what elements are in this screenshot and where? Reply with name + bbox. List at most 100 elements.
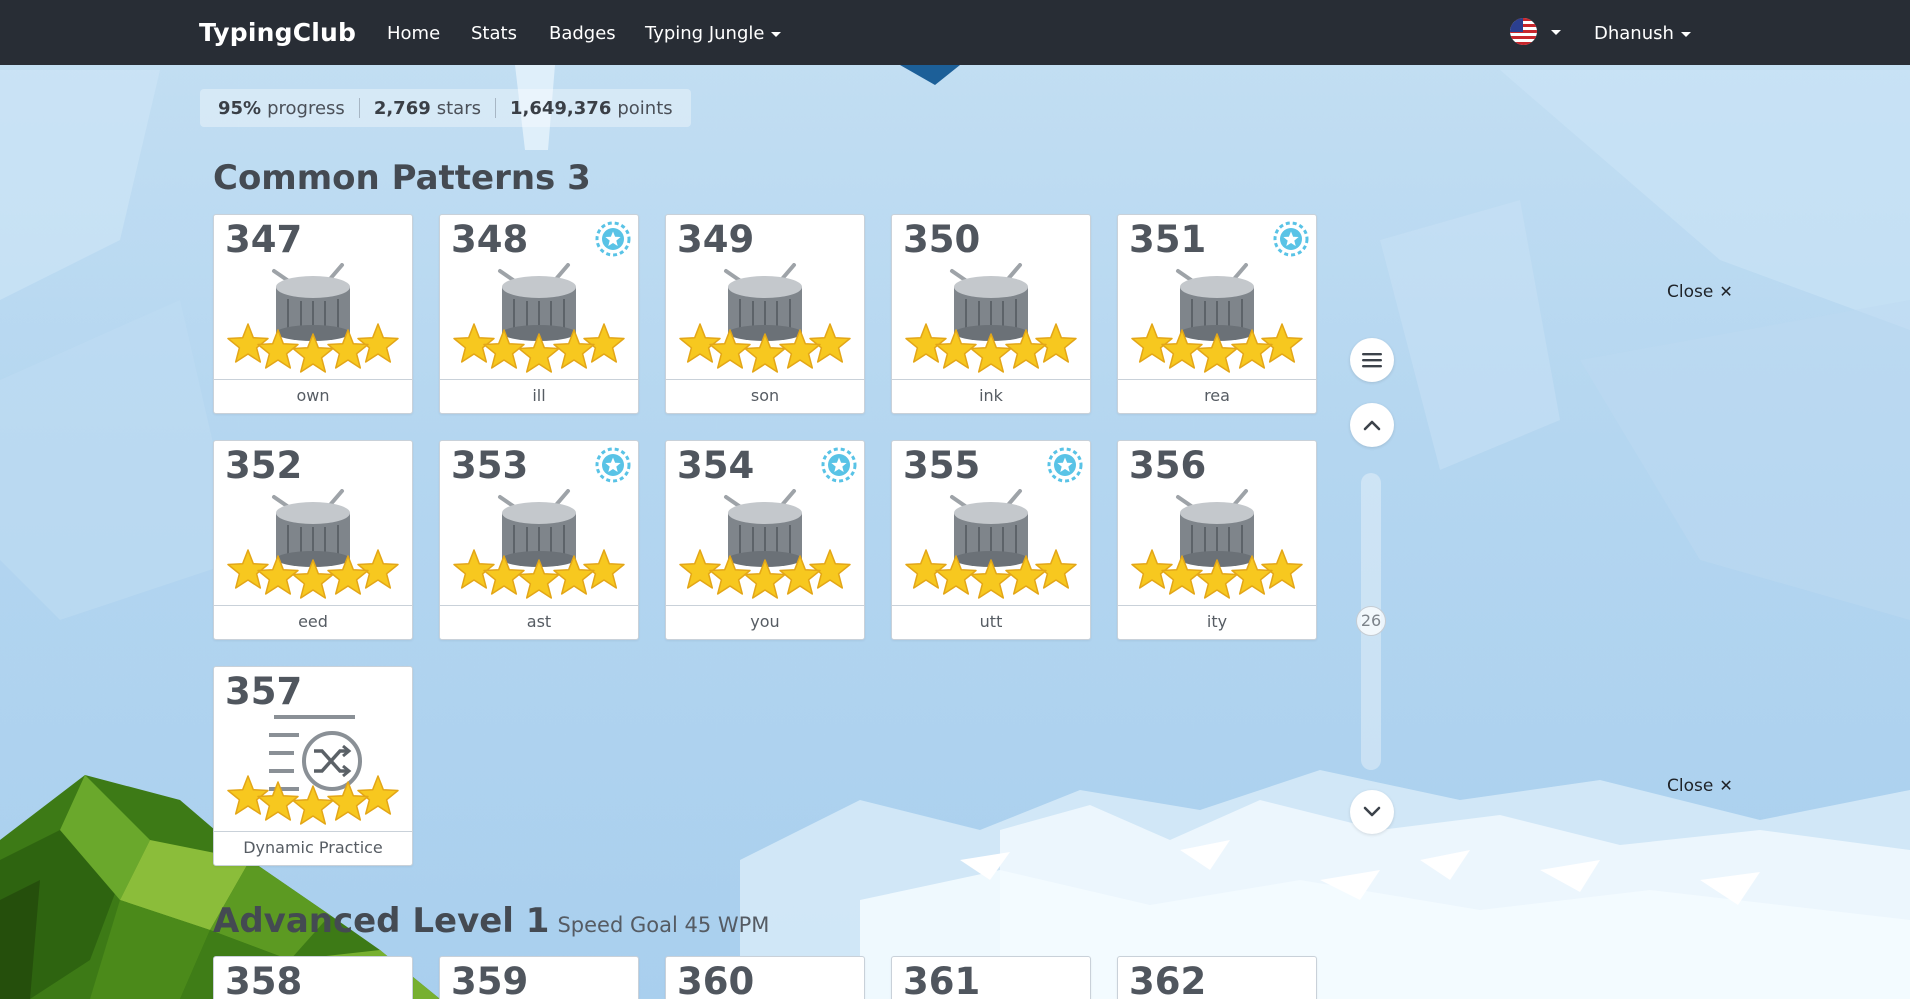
star-icon [357, 775, 399, 815]
lesson-card[interactable]: 356 ity [1117, 440, 1317, 640]
lesson-number: 348 [451, 218, 529, 261]
nav-badges-link[interactable]: Badges [549, 23, 616, 44]
star-icon [809, 549, 851, 589]
lesson-card[interactable]: 349 son [665, 214, 865, 414]
section-title-text: Advanced Level 1 [213, 901, 550, 941]
lesson-card[interactable]: 360 [665, 956, 865, 999]
lesson-number: 358 [225, 960, 303, 999]
close-label: Close [1667, 776, 1714, 796]
points-value: 1,649,376 [510, 97, 612, 119]
lesson-art [679, 263, 851, 373]
drum-icon [272, 263, 350, 341]
lesson-art [905, 263, 1077, 373]
star-icon [583, 323, 625, 363]
lesson-label: rea [1118, 379, 1316, 413]
lesson-card[interactable]: 350 ink [891, 214, 1091, 414]
lesson-number: 361 [903, 960, 981, 999]
divider [495, 98, 496, 118]
star-icon [453, 323, 495, 363]
lesson-number: 349 [677, 218, 755, 261]
drum-icon [950, 263, 1028, 341]
brand-logo[interactable]: TypingClub [199, 18, 356, 47]
lesson-label: utt [892, 605, 1090, 639]
lesson-number: 347 [225, 218, 303, 261]
nav-typing-jungle-dropdown[interactable]: Typing Jungle [645, 23, 782, 44]
star-icon [809, 323, 851, 363]
star-icon [453, 549, 495, 589]
lesson-label: own [214, 379, 412, 413]
lesson-number: 355 [903, 444, 981, 487]
lesson-number: 359 [451, 960, 529, 999]
lesson-art [453, 489, 625, 599]
points-label: points [617, 97, 673, 119]
lesson-art [227, 263, 399, 373]
drum-icon [498, 263, 576, 341]
lesson-art [453, 263, 625, 373]
drum-icon [724, 489, 802, 567]
star-icon [905, 323, 947, 363]
badge-icon [1273, 221, 1309, 257]
language-chevron-down-icon[interactable] [1551, 30, 1561, 35]
lesson-card[interactable]: 347 own [213, 214, 413, 414]
lesson-number: 353 [451, 444, 529, 487]
star-icon [679, 323, 721, 363]
close-button-top[interactable]: Close ✕ [1667, 282, 1733, 302]
lesson-art [679, 489, 851, 599]
lesson-number: 354 [677, 444, 755, 487]
lesson-card[interactable]: 357 Dynamic Practice [213, 666, 413, 866]
lesson-card[interactable]: 354 you [665, 440, 865, 640]
nav-stats-link[interactable]: Stats [471, 23, 517, 44]
lesson-card[interactable]: 352 eed [213, 440, 413, 640]
progress-value: 95% [218, 97, 262, 119]
lesson-art [227, 715, 399, 825]
star-icon [357, 323, 399, 363]
lesson-art [227, 489, 399, 599]
chevron-down-icon [1363, 806, 1381, 817]
progress-summary: 95% progress 2,769 stars 1,649,376 point… [200, 89, 691, 127]
menu-button[interactable] [1350, 338, 1394, 382]
lesson-art [1131, 263, 1303, 373]
star-icon [292, 785, 334, 825]
drum-icon [1176, 263, 1254, 341]
lesson-label: ast [440, 605, 638, 639]
star-icon [1131, 323, 1173, 363]
drum-icon [272, 489, 350, 567]
badge-icon [821, 447, 857, 483]
scroll-up-button[interactable] [1350, 403, 1394, 447]
lesson-card[interactable]: 358 [213, 956, 413, 999]
section-title-common-patterns-3: Common Patterns 3 [213, 158, 591, 198]
user-menu-dropdown[interactable]: Dhanush [1594, 23, 1691, 44]
scroll-down-button[interactable] [1350, 790, 1394, 834]
close-button-bottom[interactable]: Close ✕ [1667, 776, 1733, 796]
lesson-card[interactable]: 353 ast [439, 440, 639, 640]
lesson-number: 362 [1129, 960, 1207, 999]
star-icon [227, 323, 269, 363]
lesson-card[interactable]: 362 [1117, 956, 1317, 999]
lesson-card[interactable]: 351 rea [1117, 214, 1317, 414]
lesson-number: 350 [903, 218, 981, 261]
star-icon [227, 775, 269, 815]
nav-home-link[interactable]: Home [387, 23, 440, 44]
close-icon: ✕ [1719, 282, 1733, 301]
lesson-number: 356 [1129, 444, 1207, 487]
typing-jungle-label: Typing Jungle [645, 23, 765, 44]
section-title-advanced-level-1: Advanced Level 1 Speed Goal 45 WPM [213, 901, 769, 941]
hamburger-menu-icon [1362, 353, 1382, 368]
level-scroll-thumb[interactable]: 26 [1356, 606, 1386, 636]
us-flag-icon[interactable] [1510, 18, 1537, 45]
lesson-card[interactable]: 355 utt [891, 440, 1091, 640]
lesson-label: eed [214, 605, 412, 639]
badge-icon [595, 221, 631, 257]
user-name: Dhanush [1594, 23, 1674, 44]
lesson-card[interactable]: 361 [891, 956, 1091, 999]
star-icon [679, 549, 721, 589]
lesson-card[interactable]: 359 [439, 956, 639, 999]
chevron-down-icon [771, 31, 782, 37]
top-navbar: TypingClub Home Stats Badges Typing Jung… [0, 0, 1910, 65]
divider [358, 98, 360, 118]
stars-label: stars [436, 97, 481, 119]
lesson-card[interactable]: 348 ill [439, 214, 639, 414]
lesson-label: ink [892, 379, 1090, 413]
lesson-label: ity [1118, 605, 1316, 639]
close-label: Close [1667, 282, 1714, 302]
